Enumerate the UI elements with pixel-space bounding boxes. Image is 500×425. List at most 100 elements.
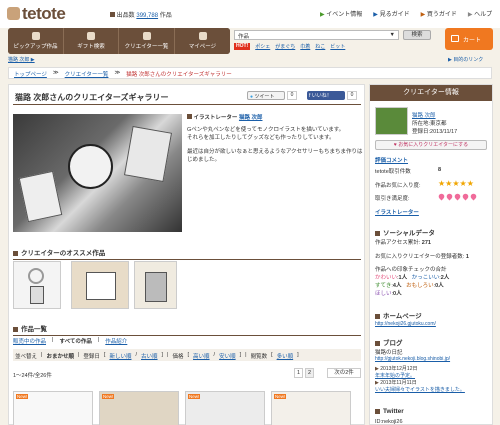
- right-link[interactable]: ▶ 目的のリンク: [448, 56, 483, 63]
- like-button[interactable]: f いいね！: [307, 91, 345, 100]
- homepage-link[interactable]: http://nekoji26.gjutoku.com/: [375, 321, 436, 327]
- tab-mypage[interactable]: マイページ: [175, 28, 230, 54]
- sort-views[interactable]: 多い順: [277, 352, 294, 360]
- hot-tag[interactable]: 巾着: [300, 43, 310, 50]
- breadcrumb-creators[interactable]: クリエイター一覧: [65, 70, 109, 78]
- nav-bar: ピックアップ作品 ギフト検索 クリエイター一覧 マイページ 作品 ▼ 検索 HOT…: [8, 28, 493, 54]
- hot-tag[interactable]: がまぐち: [275, 43, 295, 50]
- result-range: 1〜24件/全26件: [13, 373, 52, 379]
- star-icon: ★: [452, 179, 460, 188]
- sort-newest[interactable]: 新しい順: [109, 352, 131, 360]
- deal-count-label: tetote取引件数: [375, 169, 411, 175]
- work-item[interactable]: New!: [271, 391, 351, 425]
- search-input[interactable]: 作品 ▼: [234, 30, 399, 40]
- tweet-button[interactable]: ● ツイート: [247, 91, 285, 100]
- profile-name-link[interactable]: 猫路 次郎: [239, 115, 263, 121]
- twitter-heading: Twitter: [375, 408, 404, 415]
- exhibitors-count: 399,788: [136, 13, 159, 19]
- heart-icon: [445, 192, 454, 201]
- cube-icon: [110, 12, 115, 17]
- recommend-item[interactable]: [13, 261, 61, 309]
- hot-tag[interactable]: ポシェ: [255, 43, 270, 50]
- new-badge: New!: [274, 394, 287, 399]
- page-1[interactable]: 1: [294, 368, 303, 378]
- breadcrumb-home[interactable]: トップページ: [14, 70, 47, 78]
- hot-tag[interactable]: ビット: [330, 43, 345, 50]
- top-link-help[interactable]: ▶ ヘルプ: [468, 9, 492, 18]
- sort-price-low[interactable]: 安い順: [219, 352, 236, 360]
- gallery-image[interactable]: [13, 114, 182, 232]
- profile: イラストレーター 猫路 次郎 Gペンや丸ペンなどを使ってモノクロイラストを描いて…: [187, 114, 363, 164]
- hot-badge: HOT!: [234, 43, 251, 50]
- creator-avatar[interactable]: [375, 107, 408, 135]
- cart-button[interactable]: カート: [445, 28, 493, 50]
- cat-illustration: [68, 144, 113, 189]
- profile-line: それらを加工したりしてグッズなども作ったりしています。: [187, 135, 335, 141]
- star-icon: [31, 32, 40, 40]
- main-panel: 猫路 次郎さんのクリエイターズギャラリー ● ツイート 0 f いいね！ 0 イ…: [8, 84, 365, 425]
- profile-line: Gペンや丸ペンなどを使ってモノクロイラストを描いています。: [187, 127, 345, 133]
- creator-joined: 登録日:2013/11/17: [412, 129, 458, 135]
- tab-intro[interactable]: 作品紹介: [105, 337, 127, 345]
- logo[interactable]: tetote: [7, 4, 107, 24]
- profile-line: 最近は自分が欲しいなぁと思えるようなアクセサリーもちまちま作りはじめました。: [187, 149, 363, 163]
- sidebar-header: クリエイター情報: [370, 85, 492, 101]
- work-item[interactable]: New!: [13, 391, 93, 425]
- recommend-item[interactable]: [134, 261, 177, 309]
- sort-bar: 並べ替え | おまかせ順 | 登録日 [新しい順 / 古い順] | 価格 [高い順 / 安い順…: [13, 349, 361, 361]
- blog-post-link[interactable]: いい夫婦婦々でイラストを描きました。: [375, 387, 465, 394]
- new-badge: New!: [102, 394, 115, 399]
- gift-icon: [7, 7, 20, 20]
- creator-location: 所在地:東京都: [412, 121, 447, 127]
- hot-tags: HOT! ポシェ がまぐち 巾着 ねこ ビット: [234, 43, 345, 50]
- new-badge: New!: [16, 394, 29, 399]
- work-item[interactable]: New!: [185, 391, 265, 425]
- works-tabs: 販売中の作品 | すべての作品 | 作品紹介: [13, 337, 128, 345]
- heart-icon: [453, 192, 462, 201]
- star-icon: ★: [445, 179, 453, 188]
- home-icon: [198, 32, 207, 40]
- hot-tag[interactable]: ねこ: [315, 43, 325, 50]
- top-link-buy-guide[interactable]: ▶ 買うガイド: [421, 9, 457, 18]
- impression-grid: かわいい:1人 かっこいい:2人 すてき:4人 おもしろい:0人 ほしい:0人: [375, 275, 450, 297]
- blog-post-link[interactable]: 年末年始の予定。: [375, 373, 465, 380]
- twitter-id: ID:nekoji26: [375, 419, 403, 425]
- top-links: ▶ イベント情報 ▶ 見るガイド ▶ 買うガイド ▶ ヘルプ: [320, 9, 492, 18]
- top-link-events[interactable]: ▶ イベント情報: [320, 9, 362, 18]
- work-item[interactable]: New!: [99, 391, 179, 425]
- user-bar: 猫路 次郎 ▶ ▶ 目的のリンク: [0, 55, 500, 65]
- access-count: 作品アクセス累計: 271: [375, 240, 431, 246]
- divider: [13, 104, 361, 105]
- blog-title: 猫路の日記: [375, 350, 403, 356]
- review-link[interactable]: 評価コメント: [375, 156, 408, 164]
- heart-icon: [469, 192, 478, 201]
- star-icon: ★: [459, 179, 467, 188]
- tab-pickup[interactable]: ピックアップ作品: [8, 28, 64, 54]
- star-icon: ★: [466, 179, 474, 188]
- sort-oldest[interactable]: 古い順: [141, 352, 158, 360]
- gift-icon: [87, 32, 95, 40]
- card: [18, 170, 63, 223]
- sort-price-high[interactable]: 高い順: [193, 352, 210, 360]
- tab-creators[interactable]: クリエイター一覧: [119, 28, 175, 54]
- tab-all-works[interactable]: すべての作品: [59, 337, 91, 345]
- fav-rating-label: 作品お気に入り度:: [375, 183, 421, 189]
- tab-on-sale[interactable]: 販売中の作品: [13, 337, 46, 345]
- search-area: 作品 ▼ 検索 HOT! ポシェ がまぐち 巾着 ねこ ビット: [234, 28, 444, 54]
- like-count: 0: [347, 91, 357, 100]
- header: tetote 出品数 399,788 作品 ▶ イベント情報 ▶ 見るガイド ▶…: [0, 0, 500, 28]
- top-link-view-guide[interactable]: ▶ 見るガイド: [373, 9, 409, 18]
- user-name-link[interactable]: 猫路 次郎 ▶: [8, 56, 35, 63]
- page-2[interactable]: 2: [305, 368, 314, 378]
- blog-link[interactable]: http://gjutok.nekoji.blog.shinobi.jp/: [375, 356, 450, 362]
- illustrator-link[interactable]: イラストレーター: [375, 208, 419, 216]
- search-button[interactable]: 検索: [403, 30, 431, 40]
- creator-name-link[interactable]: 猫路 次郎: [412, 111, 436, 119]
- favorite-creator-button[interactable]: ♥ お気に入りクリエイターにする: [375, 140, 487, 150]
- tab-gift-search[interactable]: ギフト検索: [64, 28, 119, 54]
- recommend-item[interactable]: [71, 261, 129, 309]
- heart-icon: [461, 192, 470, 201]
- next-button[interactable]: 次の2件: [327, 368, 361, 378]
- satisfaction-label: 取引き満足度:: [375, 196, 410, 202]
- sort-auto[interactable]: おまかせ順: [46, 352, 74, 360]
